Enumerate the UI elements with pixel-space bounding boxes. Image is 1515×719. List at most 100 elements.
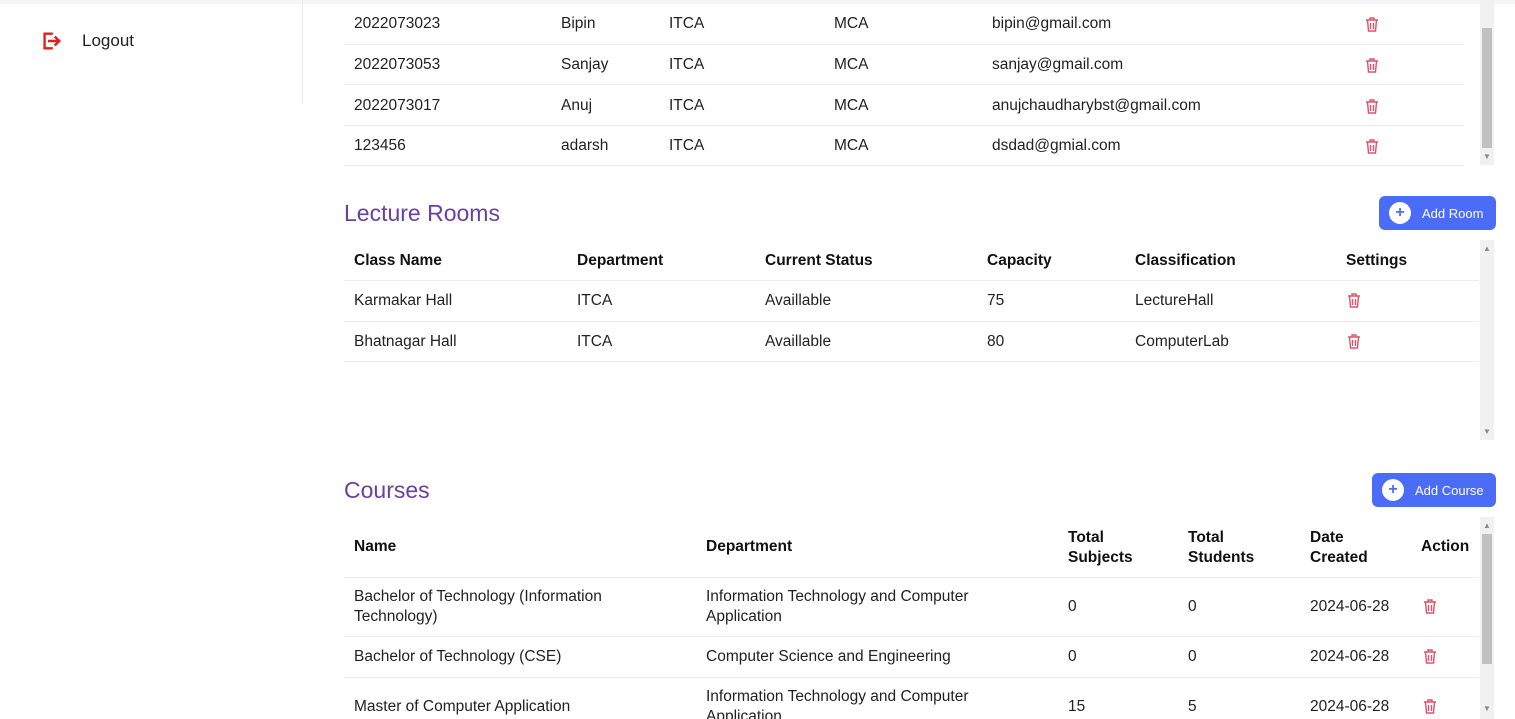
header-department: Department bbox=[706, 538, 793, 555]
student-email: bipin@gmail.com bbox=[992, 15, 1112, 32]
table-row: 2022073017 Anuj ITCA MCA anujchaudharybs… bbox=[344, 84, 1464, 126]
course-name-line1: Bachelor of Technology (Information bbox=[354, 588, 602, 605]
trash-icon[interactable] bbox=[1365, 17, 1379, 32]
add-room-button[interactable]: + Add Room bbox=[1379, 196, 1496, 230]
header-date-created-line1: Date bbox=[1310, 529, 1344, 546]
student-name: Sanjay bbox=[561, 56, 609, 73]
scroll-up-icon[interactable]: ▲ bbox=[1480, 520, 1494, 532]
course-date-created: 2024-06-28 bbox=[1310, 698, 1390, 715]
room-classification: LectureHall bbox=[1135, 292, 1214, 309]
course-date-created: 2024-06-28 bbox=[1310, 648, 1390, 665]
scroll-down-icon[interactable]: ▼ bbox=[1480, 151, 1494, 163]
scroll-up-icon[interactable]: ▲ bbox=[1480, 243, 1494, 255]
add-course-label: Add Course bbox=[1415, 482, 1484, 498]
student-id: 2022073023 bbox=[354, 15, 441, 32]
student-department: ITCA bbox=[669, 15, 705, 32]
course-department-line1: Information Technology and Computer bbox=[706, 688, 969, 705]
table-header: Name Department Total Subjects Total Stu… bbox=[344, 517, 1479, 578]
student-id: 2022073053 bbox=[354, 56, 441, 73]
header-date-created: Date Created bbox=[1310, 528, 1368, 568]
table-header: Class Name Department Current Status Cap… bbox=[344, 240, 1479, 281]
course-name: Master of Computer Application bbox=[354, 698, 571, 715]
header-department: Department bbox=[577, 252, 664, 269]
add-course-button[interactable]: + Add Course bbox=[1372, 473, 1496, 507]
course-department: Computer Science and Engineering bbox=[706, 648, 951, 665]
header-date-created-line2: Created bbox=[1310, 549, 1368, 566]
courses-scrollbar[interactable]: ▲ ▼ bbox=[1480, 517, 1494, 719]
table-row: Bachelor of Technology (Information Tech… bbox=[344, 577, 1479, 637]
student-name: Anuj bbox=[561, 97, 593, 114]
trash-icon[interactable] bbox=[1365, 139, 1379, 154]
student-name: Bipin bbox=[561, 15, 596, 32]
course-department-line2: Application bbox=[706, 708, 782, 719]
table-row: 2022073023 Bipin ITCA MCA bipin@gmail.co… bbox=[344, 4, 1464, 45]
trash-icon[interactable] bbox=[1423, 649, 1437, 664]
sidebar: Logout bbox=[0, 0, 303, 104]
room-status: Availlable bbox=[765, 333, 832, 350]
student-id: 2022073017 bbox=[354, 97, 441, 114]
student-name: adarsh bbox=[561, 137, 609, 154]
add-room-label: Add Room bbox=[1422, 205, 1484, 221]
trash-icon[interactable] bbox=[1423, 599, 1437, 614]
course-department: Information Technology and Computer Appl… bbox=[706, 687, 969, 719]
logout-icon bbox=[43, 32, 61, 50]
courses-title: Courses bbox=[344, 477, 430, 503]
room-status: Availlable bbox=[765, 292, 832, 309]
course-total-subjects: 15 bbox=[1068, 698, 1086, 715]
trash-icon[interactable] bbox=[1347, 293, 1361, 308]
course-total-subjects: 0 bbox=[1068, 648, 1077, 665]
student-department: ITCA bbox=[669, 137, 705, 154]
students-table: 2022073023 Bipin ITCA MCA bipin@gmail.co… bbox=[344, 4, 1464, 166]
course-department-line2: Application bbox=[706, 608, 782, 625]
course-department: Information Technology and Computer Appl… bbox=[706, 587, 969, 627]
student-email: sanjay@gmail.com bbox=[992, 56, 1124, 73]
course-total-students: 5 bbox=[1188, 698, 1197, 715]
lecture-rooms-title: Lecture Rooms bbox=[344, 200, 500, 226]
room-department: ITCA bbox=[577, 333, 613, 350]
plus-circle-icon: + bbox=[1389, 202, 1411, 224]
course-name: Bachelor of Technology (CSE) bbox=[354, 648, 562, 665]
scroll-thumb[interactable] bbox=[1482, 534, 1492, 664]
student-department: ITCA bbox=[669, 56, 705, 73]
student-course: MCA bbox=[834, 56, 869, 73]
table-row: 2022073053 Sanjay ITCA MCA sanjay@gmail.… bbox=[344, 44, 1464, 85]
header-name: Name bbox=[354, 538, 397, 555]
header-total-subjects-line1: Total bbox=[1068, 529, 1104, 546]
course-total-students: 0 bbox=[1188, 648, 1197, 665]
rooms-scrollbar[interactable]: ▲ ▼ bbox=[1480, 240, 1494, 440]
scroll-down-icon[interactable]: ▼ bbox=[1480, 426, 1494, 438]
header-action: Action bbox=[1421, 538, 1470, 555]
course-department-line1: Information Technology and Computer bbox=[706, 588, 969, 605]
table-row: Bhatnagar Hall ITCA Availlable 80 Comput… bbox=[344, 321, 1479, 362]
trash-icon[interactable] bbox=[1365, 58, 1379, 73]
student-department: ITCA bbox=[669, 97, 705, 114]
header-classification: Classification bbox=[1135, 252, 1236, 269]
scroll-thumb[interactable] bbox=[1482, 28, 1492, 148]
trash-icon[interactable] bbox=[1347, 334, 1361, 349]
room-capacity: 80 bbox=[987, 333, 1005, 350]
header-capacity: Capacity bbox=[987, 252, 1052, 269]
course-total-subjects: 0 bbox=[1068, 598, 1077, 615]
course-total-students: 0 bbox=[1188, 598, 1197, 615]
header-settings: Settings bbox=[1346, 252, 1408, 269]
student-course: MCA bbox=[834, 137, 869, 154]
table-row: Master of Computer Application Informati… bbox=[344, 677, 1479, 719]
logout-label: Logout bbox=[82, 31, 134, 50]
scroll-down-icon[interactable]: ▼ bbox=[1480, 703, 1494, 715]
header-total-students: Total Students bbox=[1188, 528, 1254, 568]
trash-icon[interactable] bbox=[1365, 99, 1379, 114]
table-row: 123456 adarsh ITCA MCA dsdad@gmial.com bbox=[344, 125, 1464, 166]
student-email: anujchaudharybst@gmail.com bbox=[992, 97, 1201, 114]
table-row: Karmakar Hall ITCA Availlable 75 Lecture… bbox=[344, 280, 1479, 322]
room-name: Bhatnagar Hall bbox=[354, 333, 457, 350]
students-scrollbar[interactable]: ▼ bbox=[1480, 0, 1494, 165]
student-course: MCA bbox=[834, 15, 869, 32]
student-course: MCA bbox=[834, 97, 869, 114]
header-total-students-line2: Students bbox=[1188, 549, 1255, 566]
trash-icon[interactable] bbox=[1423, 699, 1437, 714]
header-total-subjects: Total Subjects bbox=[1068, 528, 1133, 568]
courses-table: Name Department Total Subjects Total Stu… bbox=[344, 517, 1479, 719]
student-id: 123456 bbox=[354, 137, 406, 154]
course-name: Bachelor of Technology (Information Tech… bbox=[354, 587, 602, 627]
logout-button[interactable]: Logout bbox=[40, 30, 134, 52]
